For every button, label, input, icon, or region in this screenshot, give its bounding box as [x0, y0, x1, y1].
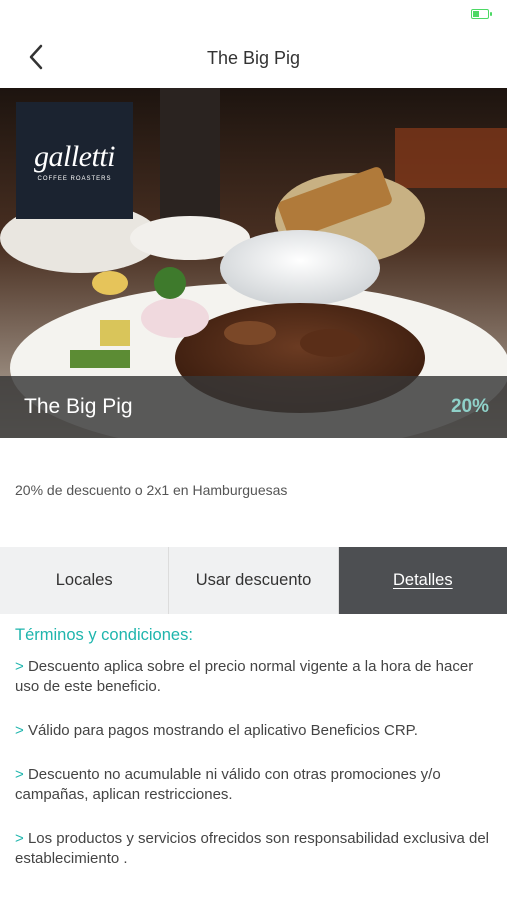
tab-locales[interactable]: Locales: [0, 547, 169, 614]
terms-heading: Términos y condiciones:: [15, 626, 193, 644]
term-item: > Válido para pagos mostrando el aplicat…: [15, 722, 418, 739]
brand-logo: galletti COFFEE ROASTERS: [16, 102, 133, 219]
nav-bar: The Big Pig: [0, 28, 507, 88]
term-item: > Descuento no acumulable ni válido con …: [15, 766, 441, 803]
term-item: > Los productos y servicios ofrecidos so…: [15, 830, 490, 867]
terms-section: Términos y condiciones: > Descuento apli…: [15, 626, 495, 893]
back-button[interactable]: [22, 42, 52, 72]
hero-overlay: The Big Pig 20%: [0, 376, 507, 438]
tab-detalles[interactable]: Detalles: [337, 547, 507, 614]
tab-bar: Locales Usar descuento Detalles: [0, 547, 507, 614]
page-title: The Big Pig: [206, 47, 301, 68]
merchant-name: The Big Pig: [24, 395, 133, 418]
chevron-left-icon: [29, 44, 43, 70]
offer-description: 20% de descuento o 2x1 en Hamburguesas: [15, 482, 288, 498]
term-item: > Descuento aplica sobre el precio norma…: [15, 658, 474, 695]
hero-image: galletti COFFEE ROASTERS The Big Pig 20%: [0, 88, 507, 438]
battery-icon: [471, 9, 492, 19]
status-bar: [0, 0, 507, 28]
tab-usar-descuento[interactable]: Usar descuento: [168, 547, 338, 614]
discount-badge: 20%: [450, 396, 489, 417]
